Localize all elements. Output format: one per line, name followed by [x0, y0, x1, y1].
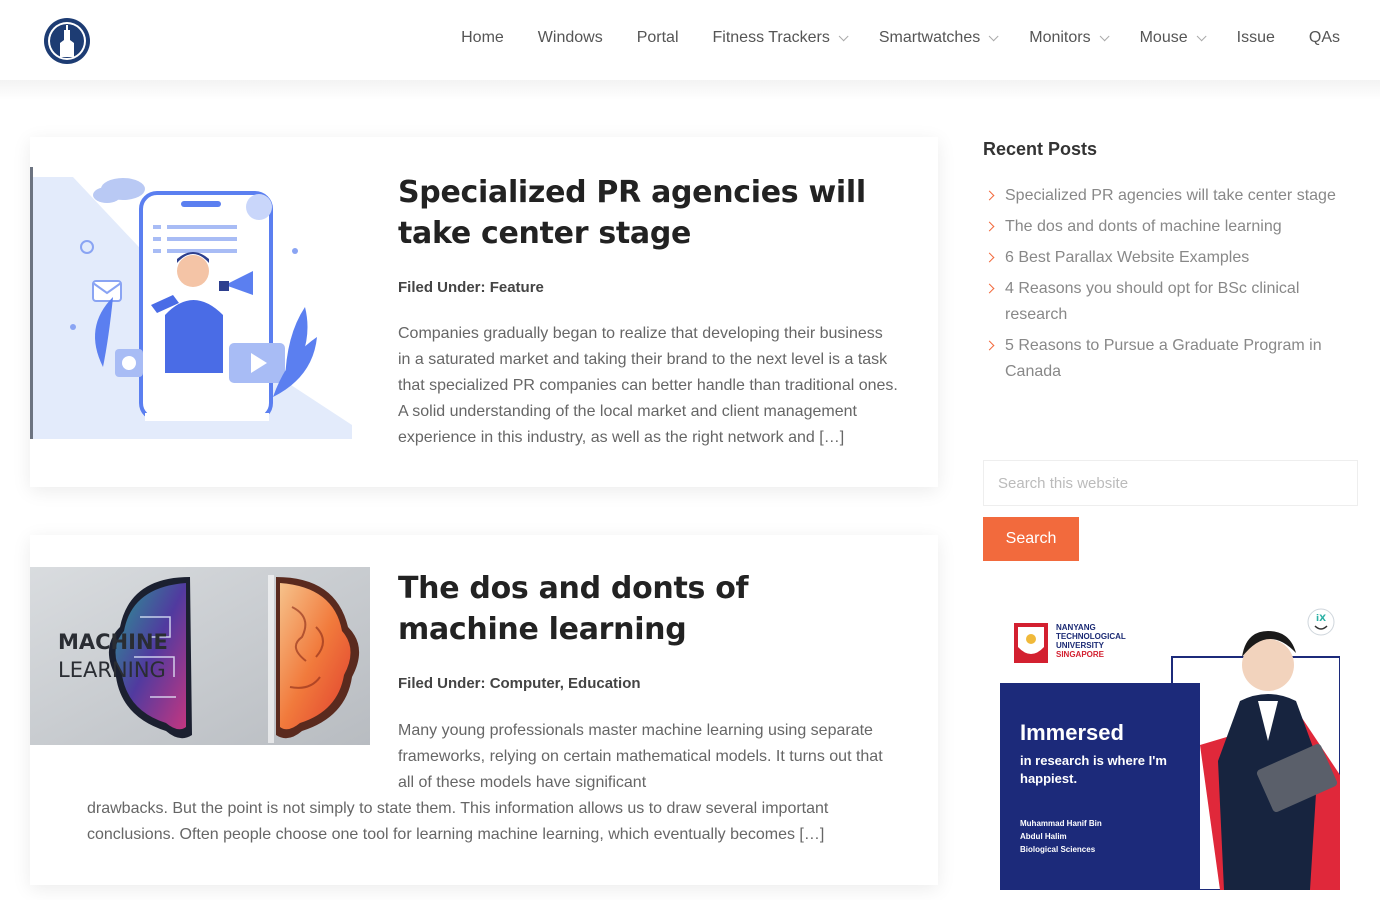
- chevron-right-icon: [984, 190, 995, 201]
- nav-portal[interactable]: Portal: [637, 29, 679, 47]
- recent-post-label: 6 Best Parallax Website Examples: [1005, 249, 1250, 266]
- main-nav: Home Windows Portal Fitness Trackers Sma…: [427, 0, 1340, 76]
- post-title[interactable]: The dos and donts of machine learning: [398, 568, 898, 650]
- recent-post-link[interactable]: 5 Reasons to Pursue a Graduate Program i…: [983, 333, 1353, 385]
- nav-label: Mouse: [1139, 29, 1188, 46]
- thumb-text-learning: LEARNING: [58, 658, 166, 682]
- recent-post-link[interactable]: 4 Reasons you should opt for BSc clinica…: [983, 276, 1353, 328]
- thumb-text-machine: MACHINE: [58, 630, 168, 654]
- ad-person-caption: Muhammad Hanif Bin Abdul Halim Biologica…: [1020, 817, 1150, 856]
- recent-posts-list: Specialized PR agencies will take center…: [983, 183, 1353, 390]
- ad-logo-line: TECHNOLOGICAL: [1056, 632, 1126, 641]
- nav-windows[interactable]: Windows: [538, 29, 603, 47]
- header-shadow-band: [0, 80, 1380, 100]
- search-button[interactable]: Search: [983, 517, 1079, 561]
- post-meta: Filed Under: Computer, Education: [398, 675, 641, 692]
- ad-logo-text: NANYANG TECHNOLOGICAL UNIVERSITY SINGAPO…: [1056, 623, 1126, 659]
- post-category-link[interactable]: Computer, Education: [490, 675, 641, 692]
- nav-label: Smartwatches: [878, 29, 981, 46]
- nav-label: Windows: [537, 29, 603, 46]
- post-thumbnail[interactable]: [30, 167, 352, 439]
- post-title[interactable]: Specialized PR agencies will take center…: [398, 172, 898, 254]
- ad-choices-icon[interactable]: iX: [1306, 607, 1336, 637]
- chevron-down-icon: [838, 30, 849, 41]
- ad-subline: in research is where I'm happiest.: [1020, 753, 1167, 786]
- post-excerpt-continued: drawbacks. But the point is not simply t…: [87, 800, 829, 843]
- filed-under-label: Filed Under:: [398, 279, 486, 296]
- recent-post-link[interactable]: Specialized PR agencies will take center…: [983, 183, 1353, 209]
- ad-headline: Immersed: [1020, 720, 1124, 745]
- recent-post-label: The dos and donts of machine learning: [1005, 218, 1282, 235]
- ad-person-line: Muhammad Hanif Bin: [1020, 819, 1102, 828]
- pr-marketing-illustration: [33, 167, 352, 439]
- nav-label: QAs: [1308, 29, 1340, 46]
- nav-home[interactable]: Home: [461, 29, 504, 47]
- recent-post-label: Specialized PR agencies will take center…: [1005, 187, 1336, 204]
- post-card: MACHINE LEARNING The dos and donts of ma…: [30, 535, 938, 885]
- ad-logo-country: SINGAPORE: [1056, 650, 1105, 659]
- nav-qas[interactable]: QAs: [1309, 29, 1340, 47]
- chevron-down-icon: [1196, 30, 1207, 41]
- recent-post-label: 5 Reasons to Pursue a Graduate Program i…: [1005, 337, 1322, 380]
- nav-label: Portal: [636, 29, 679, 46]
- chevron-right-icon: [984, 252, 995, 263]
- nav-label: Monitors: [1029, 29, 1091, 46]
- nav-fitness-trackers[interactable]: Fitness Trackers: [712, 29, 849, 47]
- nav-label: Issue: [1236, 29, 1275, 46]
- ad-logo-line: UNIVERSITY: [1056, 641, 1105, 650]
- post-thumbnail[interactable]: MACHINE LEARNING: [30, 567, 370, 745]
- nav-issue[interactable]: Issue: [1237, 29, 1275, 47]
- chevron-right-icon: [984, 283, 995, 294]
- ad-person-line: Biological Sciences: [1020, 845, 1096, 854]
- ad-badge-text: iX: [1316, 614, 1326, 624]
- recent-post-label: 4 Reasons you should opt for BSc clinica…: [1005, 280, 1300, 323]
- chevron-right-icon: [984, 340, 995, 351]
- nav-mouse[interactable]: Mouse: [1139, 29, 1207, 47]
- ad-logo-line: NANYANG: [1056, 623, 1096, 632]
- post-excerpt: Companies gradually began to realize tha…: [398, 325, 898, 446]
- recent-post-link[interactable]: The dos and donts of machine learning: [983, 214, 1353, 240]
- machine-learning-brain-illustration: MACHINE LEARNING: [30, 567, 370, 745]
- post-card: Specialized PR agencies will take center…: [30, 137, 938, 487]
- site-header: Home Windows Portal Fitness Trackers Sma…: [0, 0, 1380, 80]
- site-logo-icon[interactable]: [42, 16, 92, 66]
- nav-monitors[interactable]: Monitors: [1029, 29, 1110, 47]
- recent-post-link[interactable]: 6 Best Parallax Website Examples: [983, 245, 1353, 271]
- recent-posts-title: Recent Posts: [983, 139, 1098, 159]
- ad-person-line: Abdul Halim: [1020, 832, 1067, 841]
- nav-smartwatches[interactable]: Smartwatches: [878, 29, 999, 47]
- post-meta: Filed Under: Feature: [398, 279, 544, 296]
- post-excerpt: Many young professionals master machine …: [398, 722, 883, 791]
- chevron-down-icon: [1099, 30, 1110, 41]
- filed-under-label: Filed Under:: [398, 675, 486, 692]
- nav-label: Home: [461, 29, 504, 46]
- university-ad[interactable]: NANYANG TECHNOLOGICAL UNIVERSITY SINGAPO…: [1000, 605, 1340, 890]
- chevron-down-icon: [988, 30, 999, 41]
- nav-label: Fitness Trackers: [712, 29, 830, 46]
- search-input[interactable]: [983, 460, 1358, 506]
- chevron-right-icon: [984, 221, 995, 232]
- post-category-link[interactable]: Feature: [490, 279, 544, 296]
